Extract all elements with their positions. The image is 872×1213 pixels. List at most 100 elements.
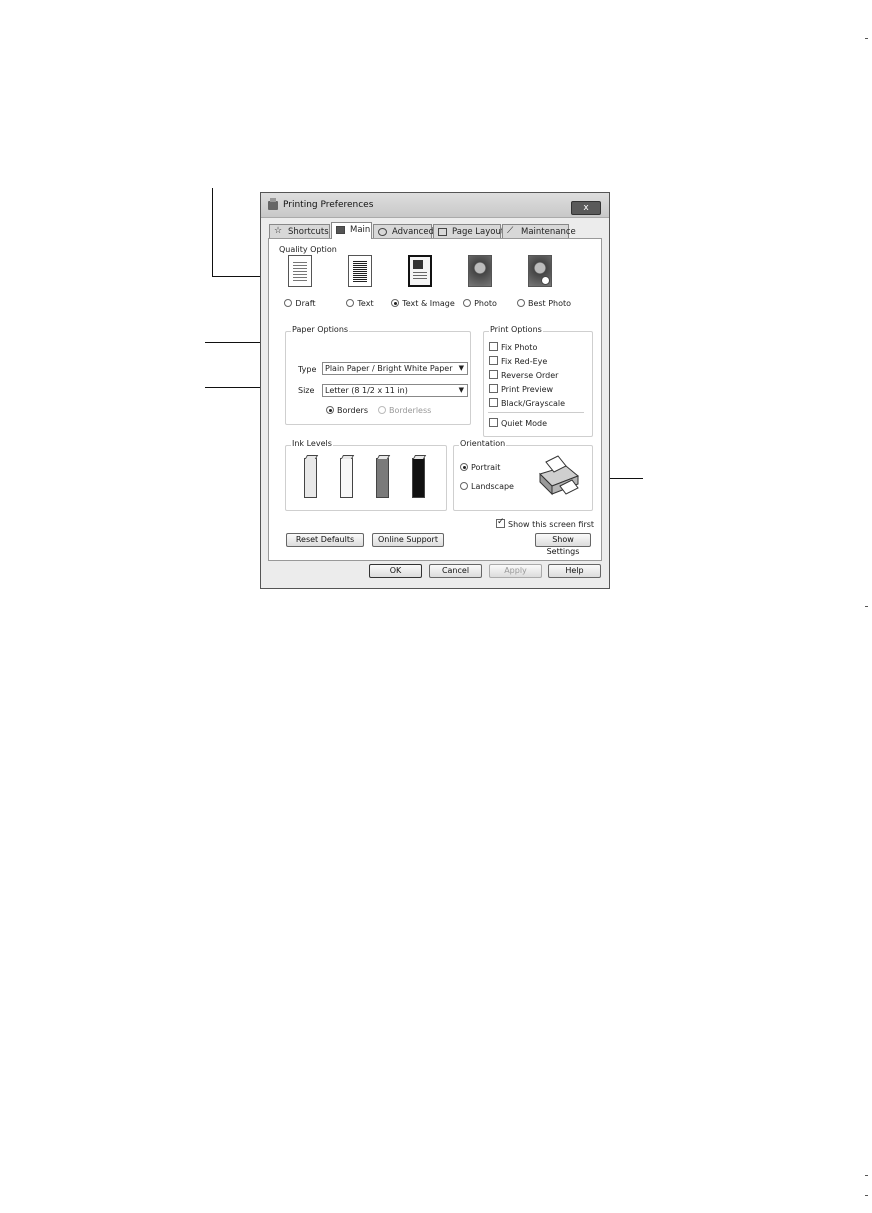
- quiet-mode-checkbox[interactable]: [489, 418, 498, 427]
- tab-label: Maintenance: [521, 227, 576, 237]
- callout-quality-vertical: [212, 188, 213, 276]
- printer-icon: [268, 198, 278, 210]
- tab-shortcuts[interactable]: ☆ Shortcuts: [269, 224, 330, 238]
- black-grayscale-checkbox[interactable]: [489, 398, 498, 407]
- fix-red-eye-checkbox[interactable]: [489, 356, 498, 365]
- fix-red-eye-label: Fix Red-Eye: [501, 357, 548, 366]
- quality-photo-label: Photo: [474, 299, 497, 308]
- quality-photo-option: Photo: [450, 299, 510, 308]
- quality-best-photo-label: Best Photo: [527, 299, 572, 308]
- fix-photo-option[interactable]: Fix Photo: [489, 342, 537, 352]
- show-screen-first-checkbox[interactable]: [496, 517, 505, 528]
- landscape-option[interactable]: Landscape: [460, 482, 514, 491]
- online-support-button[interactable]: Online Support: [372, 533, 444, 547]
- black-grayscale-option[interactable]: Black/Grayscale: [489, 398, 565, 408]
- paper-size-value: Letter (8 1/2 x 11 in): [325, 386, 408, 395]
- text-image-document-icon: [408, 255, 432, 287]
- paper-type-value: Plain Paper / Bright White Paper: [325, 364, 453, 373]
- page-edge-mark: [865, 1175, 868, 1176]
- ink-cartridge-4: [412, 458, 425, 498]
- quality-draft-option: Draft: [270, 299, 330, 308]
- tab-maintenance[interactable]: ⟋ Maintenance: [502, 224, 576, 238]
- quiet-mode-option[interactable]: Quiet Mode: [489, 418, 547, 428]
- print-preview-option[interactable]: Print Preview: [489, 384, 553, 394]
- size-label: Size: [298, 386, 315, 395]
- reverse-order-label: Reverse Order: [501, 371, 559, 380]
- landscape-radio[interactable]: [460, 482, 468, 490]
- print-preview-label: Print Preview: [501, 385, 554, 394]
- ink-cartridge-1: [304, 458, 317, 498]
- chevron-down-icon: ▼: [458, 364, 464, 372]
- page-edge-mark: [865, 606, 868, 607]
- borders-radio[interactable]: [326, 406, 334, 414]
- print-options-group: Print Options Fix Photo Fix Red-Eye Reve…: [483, 325, 593, 437]
- reset-defaults-button[interactable]: Reset Defaults: [286, 533, 364, 547]
- close-button[interactable]: x: [571, 201, 601, 215]
- borders-option[interactable]: Borders: [326, 406, 368, 415]
- black-grayscale-label: Black/Grayscale: [501, 399, 566, 408]
- quality-text[interactable]: Text: [330, 255, 390, 308]
- borderless-label: Borderless: [389, 406, 432, 415]
- quality-draft-radio[interactable]: [284, 299, 293, 307]
- portrait-label: Portrait: [471, 463, 501, 472]
- paper-options-group: Paper Options Type Plain Paper / Bright …: [285, 325, 471, 425]
- borderless-radio[interactable]: [378, 406, 386, 414]
- window-title: Printing Preferences: [283, 200, 374, 210]
- wrench-icon: ⟋: [507, 226, 514, 236]
- paper-size-select[interactable]: Letter (8 1/2 x 11 in) ▼: [322, 384, 468, 397]
- page-layout-icon: [438, 228, 447, 236]
- show-screen-first-label: Show this screen first: [508, 520, 595, 529]
- paper-type-select[interactable]: Plain Paper / Bright White Paper ▼: [322, 362, 468, 375]
- ink-levels-label: Ink Levels: [291, 439, 333, 448]
- apply-button[interactable]: Apply: [489, 564, 542, 578]
- chevron-down-icon: ▼: [458, 386, 464, 394]
- tab-page-layout[interactable]: Page Layout: [433, 224, 505, 238]
- printer-orientation-icon: [539, 455, 579, 496]
- portrait-radio[interactable]: [460, 463, 468, 471]
- quality-text-image[interactable]: Text & Image: [390, 255, 455, 308]
- tab-advanced[interactable]: Advanced: [373, 224, 434, 238]
- main-panel: Quality Option Draft Text Text & Image P…: [268, 238, 602, 561]
- borders-label: Borders: [337, 406, 368, 415]
- reverse-order-option[interactable]: Reverse Order: [489, 370, 558, 380]
- quality-best-photo-radio[interactable]: [516, 299, 525, 307]
- quality-option-label: Quality Option: [278, 245, 338, 254]
- quality-best-photo-option: Best Photo: [514, 299, 574, 308]
- quiet-mode-label: Quiet Mode: [501, 419, 547, 428]
- quality-text-label: Text: [357, 299, 374, 308]
- fix-red-eye-option[interactable]: Fix Red-Eye: [489, 356, 547, 366]
- fix-photo-checkbox[interactable]: [489, 342, 498, 351]
- tab-main[interactable]: Main: [331, 222, 372, 239]
- quality-text-radio[interactable]: [346, 299, 355, 307]
- help-button[interactable]: Help: [548, 564, 601, 578]
- cancel-button[interactable]: Cancel: [429, 564, 482, 578]
- ok-button[interactable]: OK: [369, 564, 422, 578]
- show-screen-first-option[interactable]: Show this screen first: [496, 517, 595, 529]
- show-settings-button[interactable]: Show Settings: [535, 533, 591, 556]
- draft-document-icon: [288, 255, 312, 287]
- print-options-label: Print Options: [489, 325, 543, 334]
- star-icon: ☆: [274, 226, 283, 236]
- quality-photo-radio[interactable]: [463, 299, 472, 307]
- best-photo-icon: [528, 255, 552, 287]
- portrait-option[interactable]: Portrait: [460, 463, 500, 472]
- quality-best-photo[interactable]: Best Photo: [510, 255, 571, 308]
- title-bar: Printing Preferences x: [261, 193, 609, 218]
- tab-label: Main: [350, 225, 371, 235]
- tab-label: Advanced: [392, 227, 434, 237]
- print-preview-checkbox[interactable]: [489, 384, 498, 393]
- fix-photo-label: Fix Photo: [501, 343, 538, 352]
- reverse-order-checkbox[interactable]: [489, 370, 498, 379]
- text-document-icon: [348, 255, 372, 287]
- quality-draft[interactable]: Draft: [270, 255, 330, 308]
- borderless-option[interactable]: Borderless: [378, 406, 431, 415]
- photo-icon: [468, 255, 492, 287]
- settings-icon: [378, 228, 387, 236]
- orientation-group: Orientation Portrait Landscape: [453, 439, 593, 511]
- quality-option-group: Quality Option Draft Text Text & Image P…: [276, 245, 595, 317]
- page-edge-mark: [865, 1195, 868, 1196]
- quality-photo[interactable]: Photo: [450, 255, 510, 308]
- quality-text-image-radio[interactable]: [391, 299, 400, 307]
- tab-label: Page Layout: [452, 227, 505, 237]
- ink-cartridge-3: [376, 458, 389, 498]
